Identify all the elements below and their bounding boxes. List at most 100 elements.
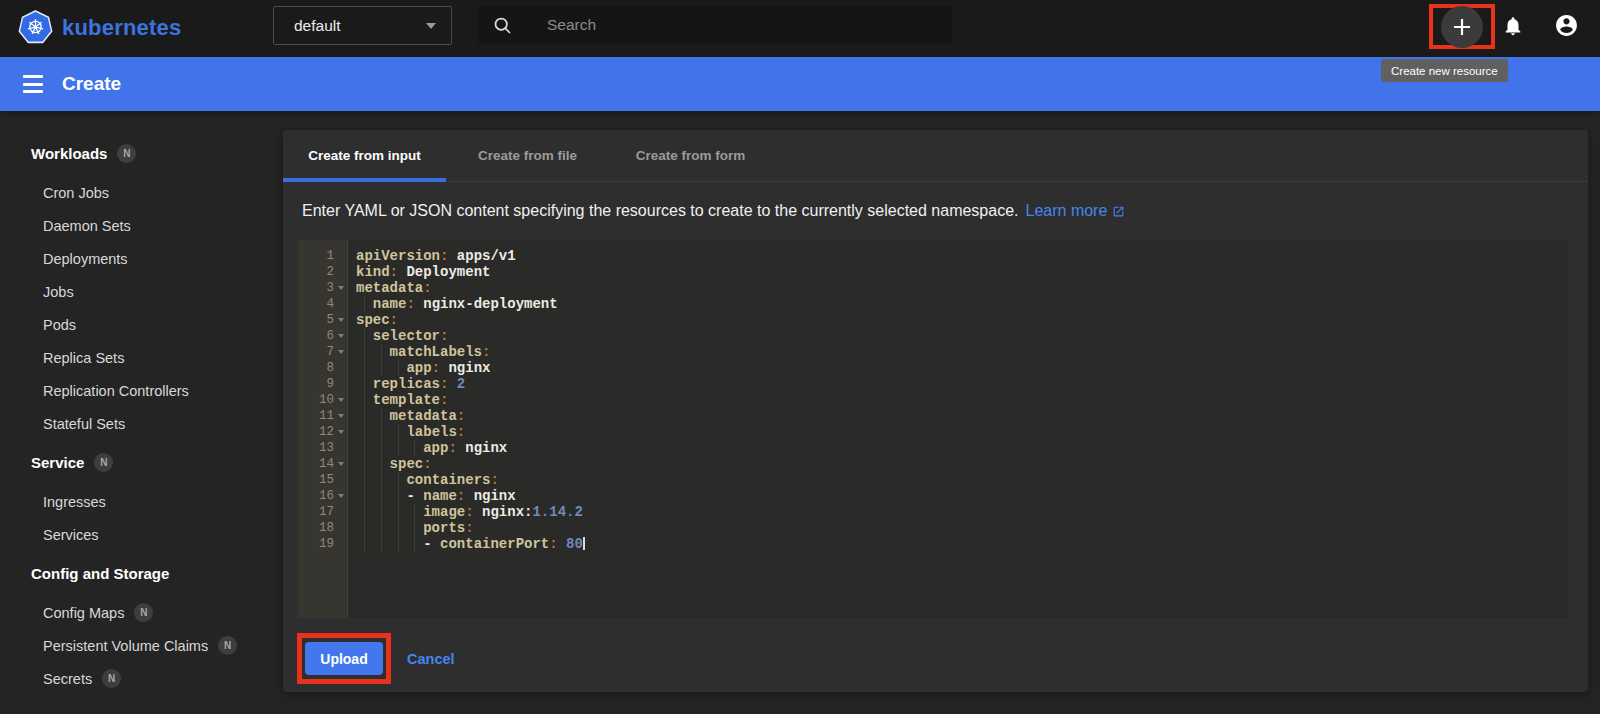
sidebar-item-label: Pods [43, 317, 76, 333]
fold-toggle-icon[interactable] [334, 318, 347, 322]
yaml-editor[interactable]: 12345678910111213141516171819 apiVersion… [298, 240, 1568, 618]
code-line: matchLabels: [356, 344, 1568, 360]
sidebar-item-ingresses[interactable]: Ingresses [0, 485, 283, 518]
namespaced-badge: N [94, 453, 113, 472]
fold-toggle-icon[interactable] [334, 334, 347, 338]
gutter-row: 13 [298, 440, 347, 456]
sidebar-item-jobs[interactable]: Jobs [0, 275, 283, 308]
code-line: apiVersion: apps/v1 [356, 248, 1568, 264]
sidebar-item-label: Persistent Volume Claims [43, 638, 208, 654]
code-line: metadata: [356, 408, 1568, 424]
plus-icon [1450, 15, 1474, 39]
description-text: Enter YAML or JSON content specifying th… [302, 202, 1019, 220]
tooltip-create-new-resource: Create new resource [1381, 59, 1508, 82]
gutter-row: 18 [298, 520, 347, 536]
line-number: 15 [298, 473, 334, 487]
namespaced-badge: N [102, 669, 121, 688]
sidebar-item-cron-jobs[interactable]: Cron Jobs [0, 176, 283, 209]
line-number: 18 [298, 521, 334, 535]
fold-toggle-icon[interactable] [334, 494, 347, 498]
code-line: template: [356, 392, 1568, 408]
cancel-button[interactable]: Cancel [407, 651, 455, 667]
tabs: Create from inputCreate from fileCreate … [283, 130, 1588, 182]
code-line: name: nginx-deployment [356, 296, 1568, 312]
sidebar-item-label: Deployments [43, 251, 128, 267]
kubernetes-logo-icon [18, 10, 53, 45]
fold-toggle-icon[interactable] [334, 414, 347, 418]
line-number: 2 [298, 265, 334, 279]
external-link-icon [1112, 205, 1125, 218]
sidebar-group-label: Service [31, 454, 84, 471]
search-bar[interactable] [478, 6, 952, 44]
sidebar-item-label: Replica Sets [43, 350, 124, 366]
fold-toggle-icon[interactable] [334, 462, 347, 466]
page-title: Create [62, 73, 121, 95]
sidebar-item-secrets[interactable]: SecretsN [0, 662, 283, 695]
line-number: 16 [298, 489, 334, 503]
text-cursor [583, 537, 585, 550]
sidebar-item-label: Replication Controllers [43, 383, 189, 399]
account-button[interactable] [1554, 13, 1579, 38]
gutter-row: 14 [298, 456, 347, 472]
gutter-row: 15 [298, 472, 347, 488]
sidebar-item-pods[interactable]: Pods [0, 308, 283, 341]
line-number: 6 [298, 329, 334, 343]
gutter-row: 19 [298, 536, 347, 552]
code-line: kind: Deployment [356, 264, 1568, 280]
code-line: spec: [356, 456, 1568, 472]
sidebar-group-label: Workloads [31, 145, 107, 162]
line-number: 4 [298, 297, 334, 311]
sidebar-group-items: Ingresses Services [0, 485, 283, 551]
fold-toggle-icon[interactable] [334, 398, 347, 402]
sidebar-item-config-maps[interactable]: Config MapsN [0, 596, 283, 629]
search-input[interactable] [547, 16, 887, 34]
editor-code[interactable]: apiVersion: apps/v1kind: Deployment metad… [348, 240, 1568, 618]
appbar: Create [0, 57, 1600, 111]
sidebar-group-workloads[interactable]: WorkloadsN [0, 137, 283, 170]
gutter-row: 10 [298, 392, 347, 408]
gutter-row: 4 [298, 296, 347, 312]
sidebar-item-stateful-sets[interactable]: Stateful Sets [0, 407, 283, 440]
create-resource-button[interactable] [1441, 6, 1483, 48]
gutter-row: 3 [298, 280, 347, 296]
sidebar-group-config-and-storage[interactable]: Config and Storage [0, 557, 283, 590]
line-number: 5 [298, 313, 334, 327]
sidebar-item-deployments[interactable]: Deployments [0, 242, 283, 275]
sidebar-item-replica-sets[interactable]: Replica Sets [0, 341, 283, 374]
fold-toggle-icon[interactable] [334, 350, 347, 354]
gutter-row: 1 [298, 248, 347, 264]
tab-create-from-input[interactable]: Create from input [283, 130, 446, 181]
tab-create-from-file[interactable]: Create from file [446, 130, 609, 181]
line-number: 17 [298, 505, 334, 519]
tab-create-from-form[interactable]: Create from form [609, 130, 772, 181]
topbar: kubernetes default [0, 0, 1600, 57]
gutter-row: 17 [298, 504, 347, 520]
line-number: 12 [298, 425, 334, 439]
kubernetes-logo[interactable]: kubernetes [18, 10, 181, 45]
create-card: Create from inputCreate from fileCreate … [283, 130, 1588, 692]
sidebar-item-label: Cron Jobs [43, 185, 109, 201]
notifications-button[interactable] [1502, 15, 1524, 37]
sidebar-item-label: Services [43, 527, 99, 543]
sidebar-group-items: Config MapsNPersistent Volume ClaimsNSec… [0, 596, 283, 695]
fold-toggle-icon[interactable] [334, 286, 347, 290]
editor-gutter: 12345678910111213141516171819 [298, 240, 348, 618]
learn-more-link[interactable]: Learn more [1026, 202, 1126, 220]
line-number: 7 [298, 345, 334, 359]
namespace-selector[interactable]: default [273, 6, 452, 45]
menu-button[interactable] [23, 75, 43, 93]
upload-button[interactable]: Upload [305, 642, 383, 675]
gutter-row: 2 [298, 264, 347, 280]
sidebar-group-service[interactable]: Service N [0, 446, 283, 479]
sidebar-group-label: Config and Storage [31, 565, 169, 582]
description: Enter YAML or JSON content specifying th… [302, 202, 1588, 220]
code-line: app: nginx [356, 360, 1568, 376]
sidebar-item-daemon-sets[interactable]: Daemon Sets [0, 209, 283, 242]
namespaced-badge: N [134, 603, 153, 622]
sidebar-item-services[interactable]: Services [0, 518, 283, 551]
fold-toggle-icon[interactable] [334, 430, 347, 434]
namespaced-badge: N [218, 636, 237, 655]
code-line: containers: [356, 472, 1568, 488]
sidebar-item-persistent-volume-claims[interactable]: Persistent Volume Claims N [0, 629, 283, 662]
sidebar-item-replication-controllers[interactable]: Replication Controllers [0, 374, 283, 407]
